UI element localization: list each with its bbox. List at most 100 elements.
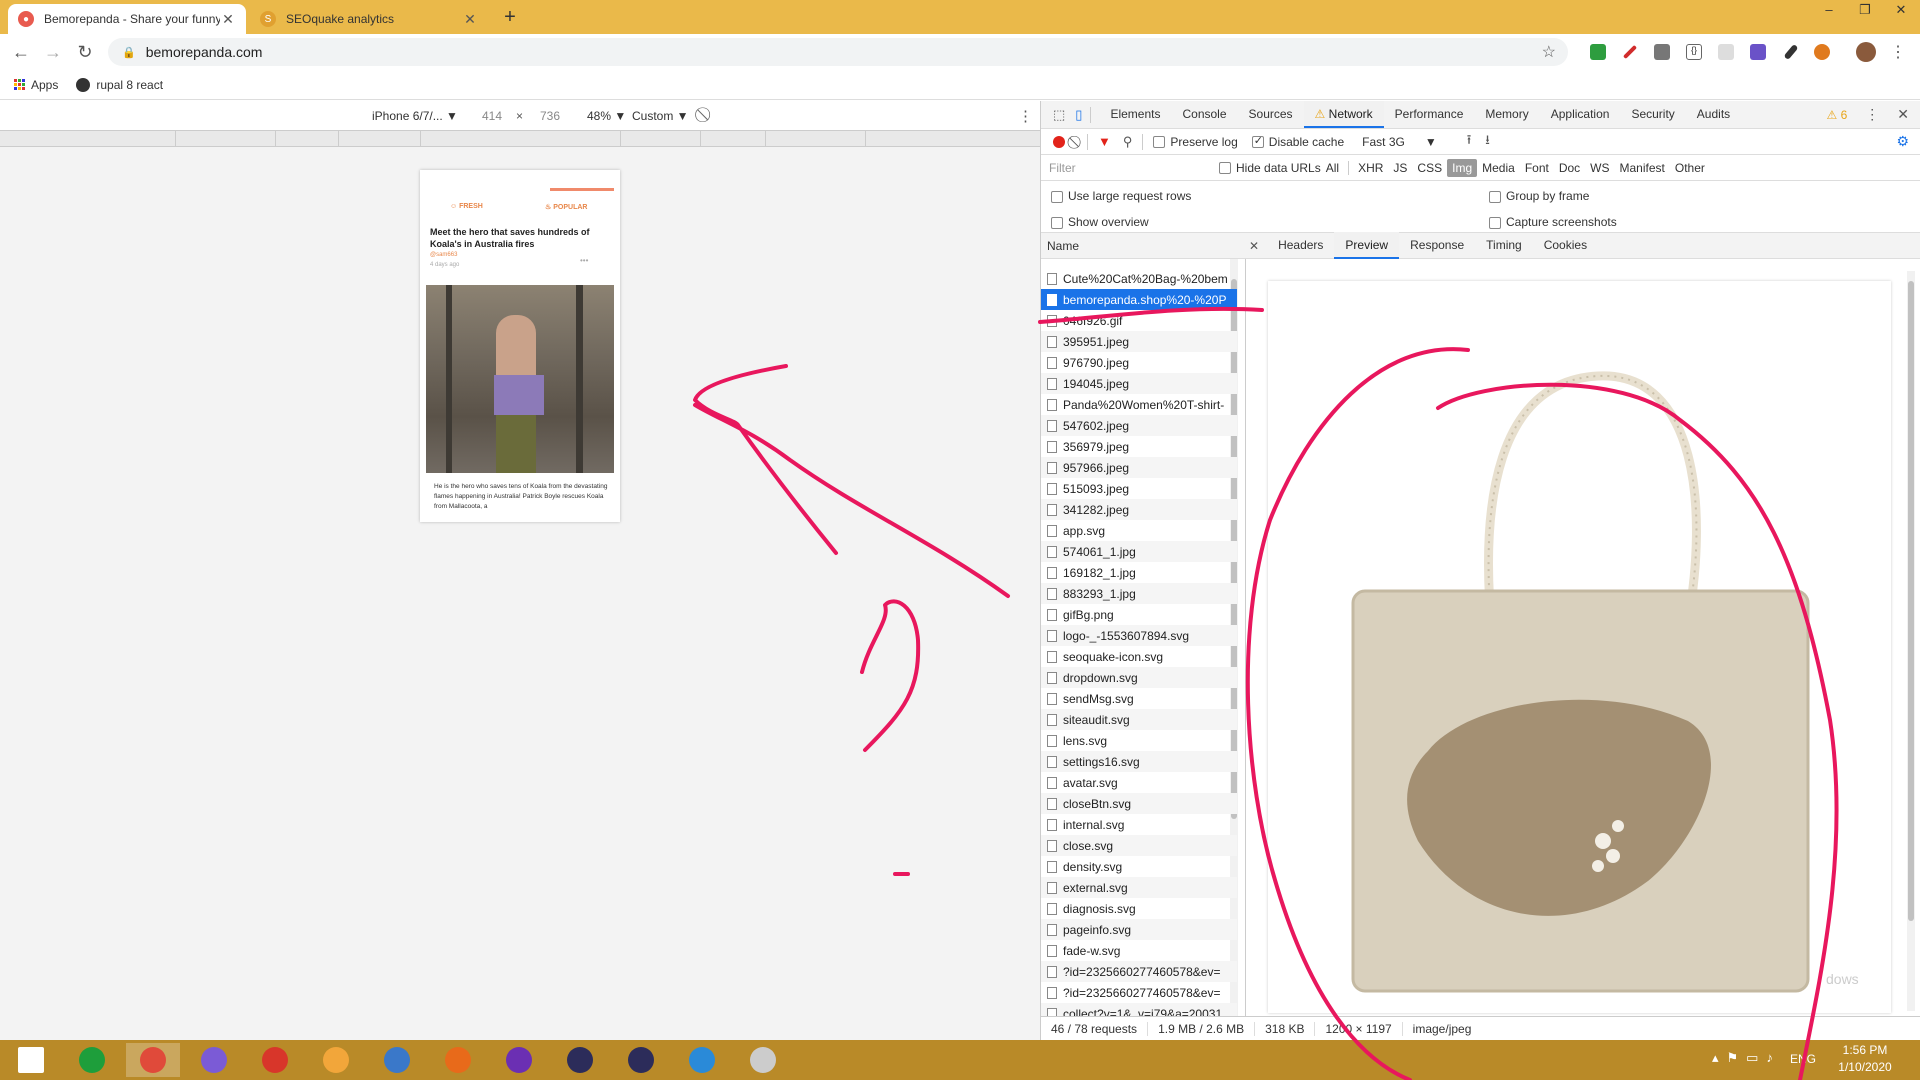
camera-extension-icon[interactable]: [1654, 44, 1670, 60]
tab-network[interactable]: ⚠ Network: [1303, 101, 1384, 128]
close-devtools-icon[interactable]: ✕: [1897, 106, 1909, 123]
request-row[interactable]: settings16.svg: [1041, 751, 1237, 772]
media-query-ruler[interactable]: [0, 131, 1040, 147]
device-height-input[interactable]: 736: [540, 109, 560, 123]
eclipse-icon-2[interactable]: [614, 1043, 668, 1077]
tab-audits[interactable]: Audits: [1686, 101, 1741, 128]
request-row[interactable]: density.svg: [1041, 856, 1237, 877]
request-row[interactable]: diagnosis.svg: [1041, 898, 1237, 919]
request-row[interactable]: 341282.jpeg: [1041, 499, 1237, 520]
close-tab-icon[interactable]: ✕: [462, 11, 478, 28]
preserve-log-checkbox[interactable]: Preserve log: [1153, 135, 1238, 149]
request-row[interactable]: close.svg: [1041, 835, 1237, 856]
language-indicator[interactable]: ENG: [1790, 1052, 1816, 1066]
bookmark-rupal[interactable]: rupal 8 react: [76, 77, 163, 92]
request-row[interactable]: siteaudit.svg: [1041, 709, 1237, 730]
request-row[interactable]: external.svg: [1041, 877, 1237, 898]
request-row[interactable]: gifBg.png: [1041, 604, 1237, 625]
warnings-badge[interactable]: ⚠ 6: [1826, 108, 1847, 122]
tab-memory[interactable]: Memory: [1474, 101, 1539, 128]
request-row[interactable]: 395951.jpeg: [1041, 331, 1237, 352]
tray-icons[interactable]: ▴⚑▭♪: [1712, 1050, 1781, 1066]
device-mode-icon[interactable]: ▯: [1075, 107, 1082, 123]
phone-tab-popular[interactable]: ♨ POPULAR: [545, 203, 587, 211]
tab-application[interactable]: Application: [1540, 101, 1621, 128]
type-js[interactable]: JS: [1388, 159, 1412, 177]
tab-bemorepanda[interactable]: ● Bemorepanda - Share your funny ✕: [8, 4, 246, 34]
device-menu-kebab-icon[interactable]: ⋮: [1018, 107, 1033, 125]
article-author[interactable]: @sam663: [430, 252, 457, 258]
request-row[interactable]: collect?v=1&_v=j79&a=20031: [1041, 1003, 1237, 1016]
show-overview-checkbox[interactable]: Show overview: [1051, 215, 1149, 229]
request-row[interactable]: lens.svg: [1041, 730, 1237, 751]
request-row[interactable]: bemorepanda.shop%20-%20P: [1041, 289, 1237, 310]
throttle-select[interactable]: Custom ▼: [632, 109, 689, 123]
request-row[interactable]: internal.svg: [1041, 814, 1237, 835]
store-icon[interactable]: [65, 1043, 119, 1077]
menu-kebab-icon[interactable]: ⋮: [1890, 42, 1906, 62]
bookmark-apps[interactable]: Apps: [14, 78, 58, 92]
extension-green-icon[interactable]: [1590, 44, 1606, 60]
system-clock[interactable]: 1:56 PM 1/10/2020: [1830, 1042, 1900, 1076]
group-by-frame-checkbox[interactable]: Group by frame: [1489, 189, 1589, 203]
tab-timing[interactable]: Timing: [1475, 232, 1533, 259]
article-title[interactable]: Meet the hero that saves hundreds of Koa…: [430, 226, 610, 250]
maximize-button[interactable]: ❐: [1848, 0, 1882, 22]
tab-headers[interactable]: Headers: [1267, 232, 1334, 259]
new-tab-button[interactable]: +: [498, 6, 522, 30]
request-row[interactable]: 046f926.gif: [1041, 310, 1237, 331]
bookmark-star-icon[interactable]: ☆: [1542, 42, 1556, 62]
reload-icon[interactable]: ↻: [72, 40, 98, 66]
firefox-icon[interactable]: [431, 1043, 485, 1077]
tab-performance[interactable]: Performance: [1384, 101, 1475, 128]
puzzle-extension-icon[interactable]: [1750, 44, 1766, 60]
avatar[interactable]: [1856, 42, 1876, 62]
request-row[interactable]: Cute%20Cat%20Bag-%20bem: [1041, 268, 1237, 289]
type-media[interactable]: Media: [1477, 159, 1520, 177]
type-other[interactable]: Other: [1670, 159, 1710, 177]
device-width-input[interactable]: 414: [482, 109, 502, 123]
hide-data-urls-checkbox[interactable]: Hide data URLs: [1219, 161, 1321, 175]
tab-response[interactable]: Response: [1399, 232, 1475, 259]
network-settings-gear-icon[interactable]: ⚙: [1896, 133, 1909, 150]
devtools-menu-kebab-icon[interactable]: ⋮: [1865, 106, 1879, 123]
minimize-button[interactable]: –: [1812, 0, 1846, 22]
type-css[interactable]: CSS: [1412, 159, 1447, 177]
request-row[interactable]: ?id=2325660277460578&ev=: [1041, 982, 1237, 1003]
photo-app-icon[interactable]: [736, 1043, 790, 1077]
eclipse-icon[interactable]: [553, 1043, 607, 1077]
request-row[interactable]: logo-_-1553607894.svg: [1041, 625, 1237, 646]
request-row[interactable]: fade-w.svg: [1041, 940, 1237, 961]
vscode-icon[interactable]: [675, 1043, 729, 1077]
type-font[interactable]: Font: [1520, 159, 1554, 177]
import-har-icon[interactable]: ⭱: [1467, 131, 1472, 153]
code-extension-icon[interactable]: {}: [1686, 44, 1702, 60]
type-ws[interactable]: WS: [1585, 159, 1614, 177]
inspect-element-icon[interactable]: ⬚: [1053, 107, 1065, 123]
close-tab-icon[interactable]: ✕: [220, 11, 236, 28]
rubik-icon[interactable]: [248, 1043, 302, 1077]
export-har-icon[interactable]: ⭳: [1485, 131, 1490, 153]
request-row[interactable]: 515093.jpeg: [1041, 478, 1237, 499]
type-all[interactable]: All: [1321, 159, 1344, 177]
zoom-select[interactable]: 48% ▼: [587, 109, 626, 123]
request-row[interactable]: 574061_1.jpg: [1041, 541, 1237, 562]
address-bar[interactable]: 🔒 bemorepanda.com ☆: [108, 38, 1568, 66]
phone-tab-fresh[interactable]: ☺ FRESH: [450, 203, 483, 210]
blank-extension-icon[interactable]: [1718, 44, 1734, 60]
back-icon[interactable]: ←: [8, 40, 34, 66]
forward-icon[interactable]: →: [40, 40, 66, 66]
article-image[interactable]: [426, 285, 614, 473]
request-row[interactable]: 957966.jpeg: [1041, 457, 1237, 478]
disable-cache-checkbox[interactable]: Disable cache: [1251, 134, 1344, 149]
search-icon[interactable]: ⚲: [1123, 134, 1133, 150]
request-row[interactable]: dropdown.svg: [1041, 667, 1237, 688]
request-row[interactable]: sendMsg.svg: [1041, 688, 1237, 709]
chrome-icon[interactable]: [126, 1043, 180, 1077]
more-dots-icon[interactable]: •••: [580, 256, 588, 265]
close-window-button[interactable]: ✕: [1884, 0, 1918, 22]
request-row[interactable]: 169182_1.jpg: [1041, 562, 1237, 583]
type-img[interactable]: Img: [1447, 158, 1478, 177]
keepass-icon[interactable]: [309, 1043, 363, 1077]
device-select[interactable]: iPhone 6/7/... ▼: [372, 109, 458, 123]
